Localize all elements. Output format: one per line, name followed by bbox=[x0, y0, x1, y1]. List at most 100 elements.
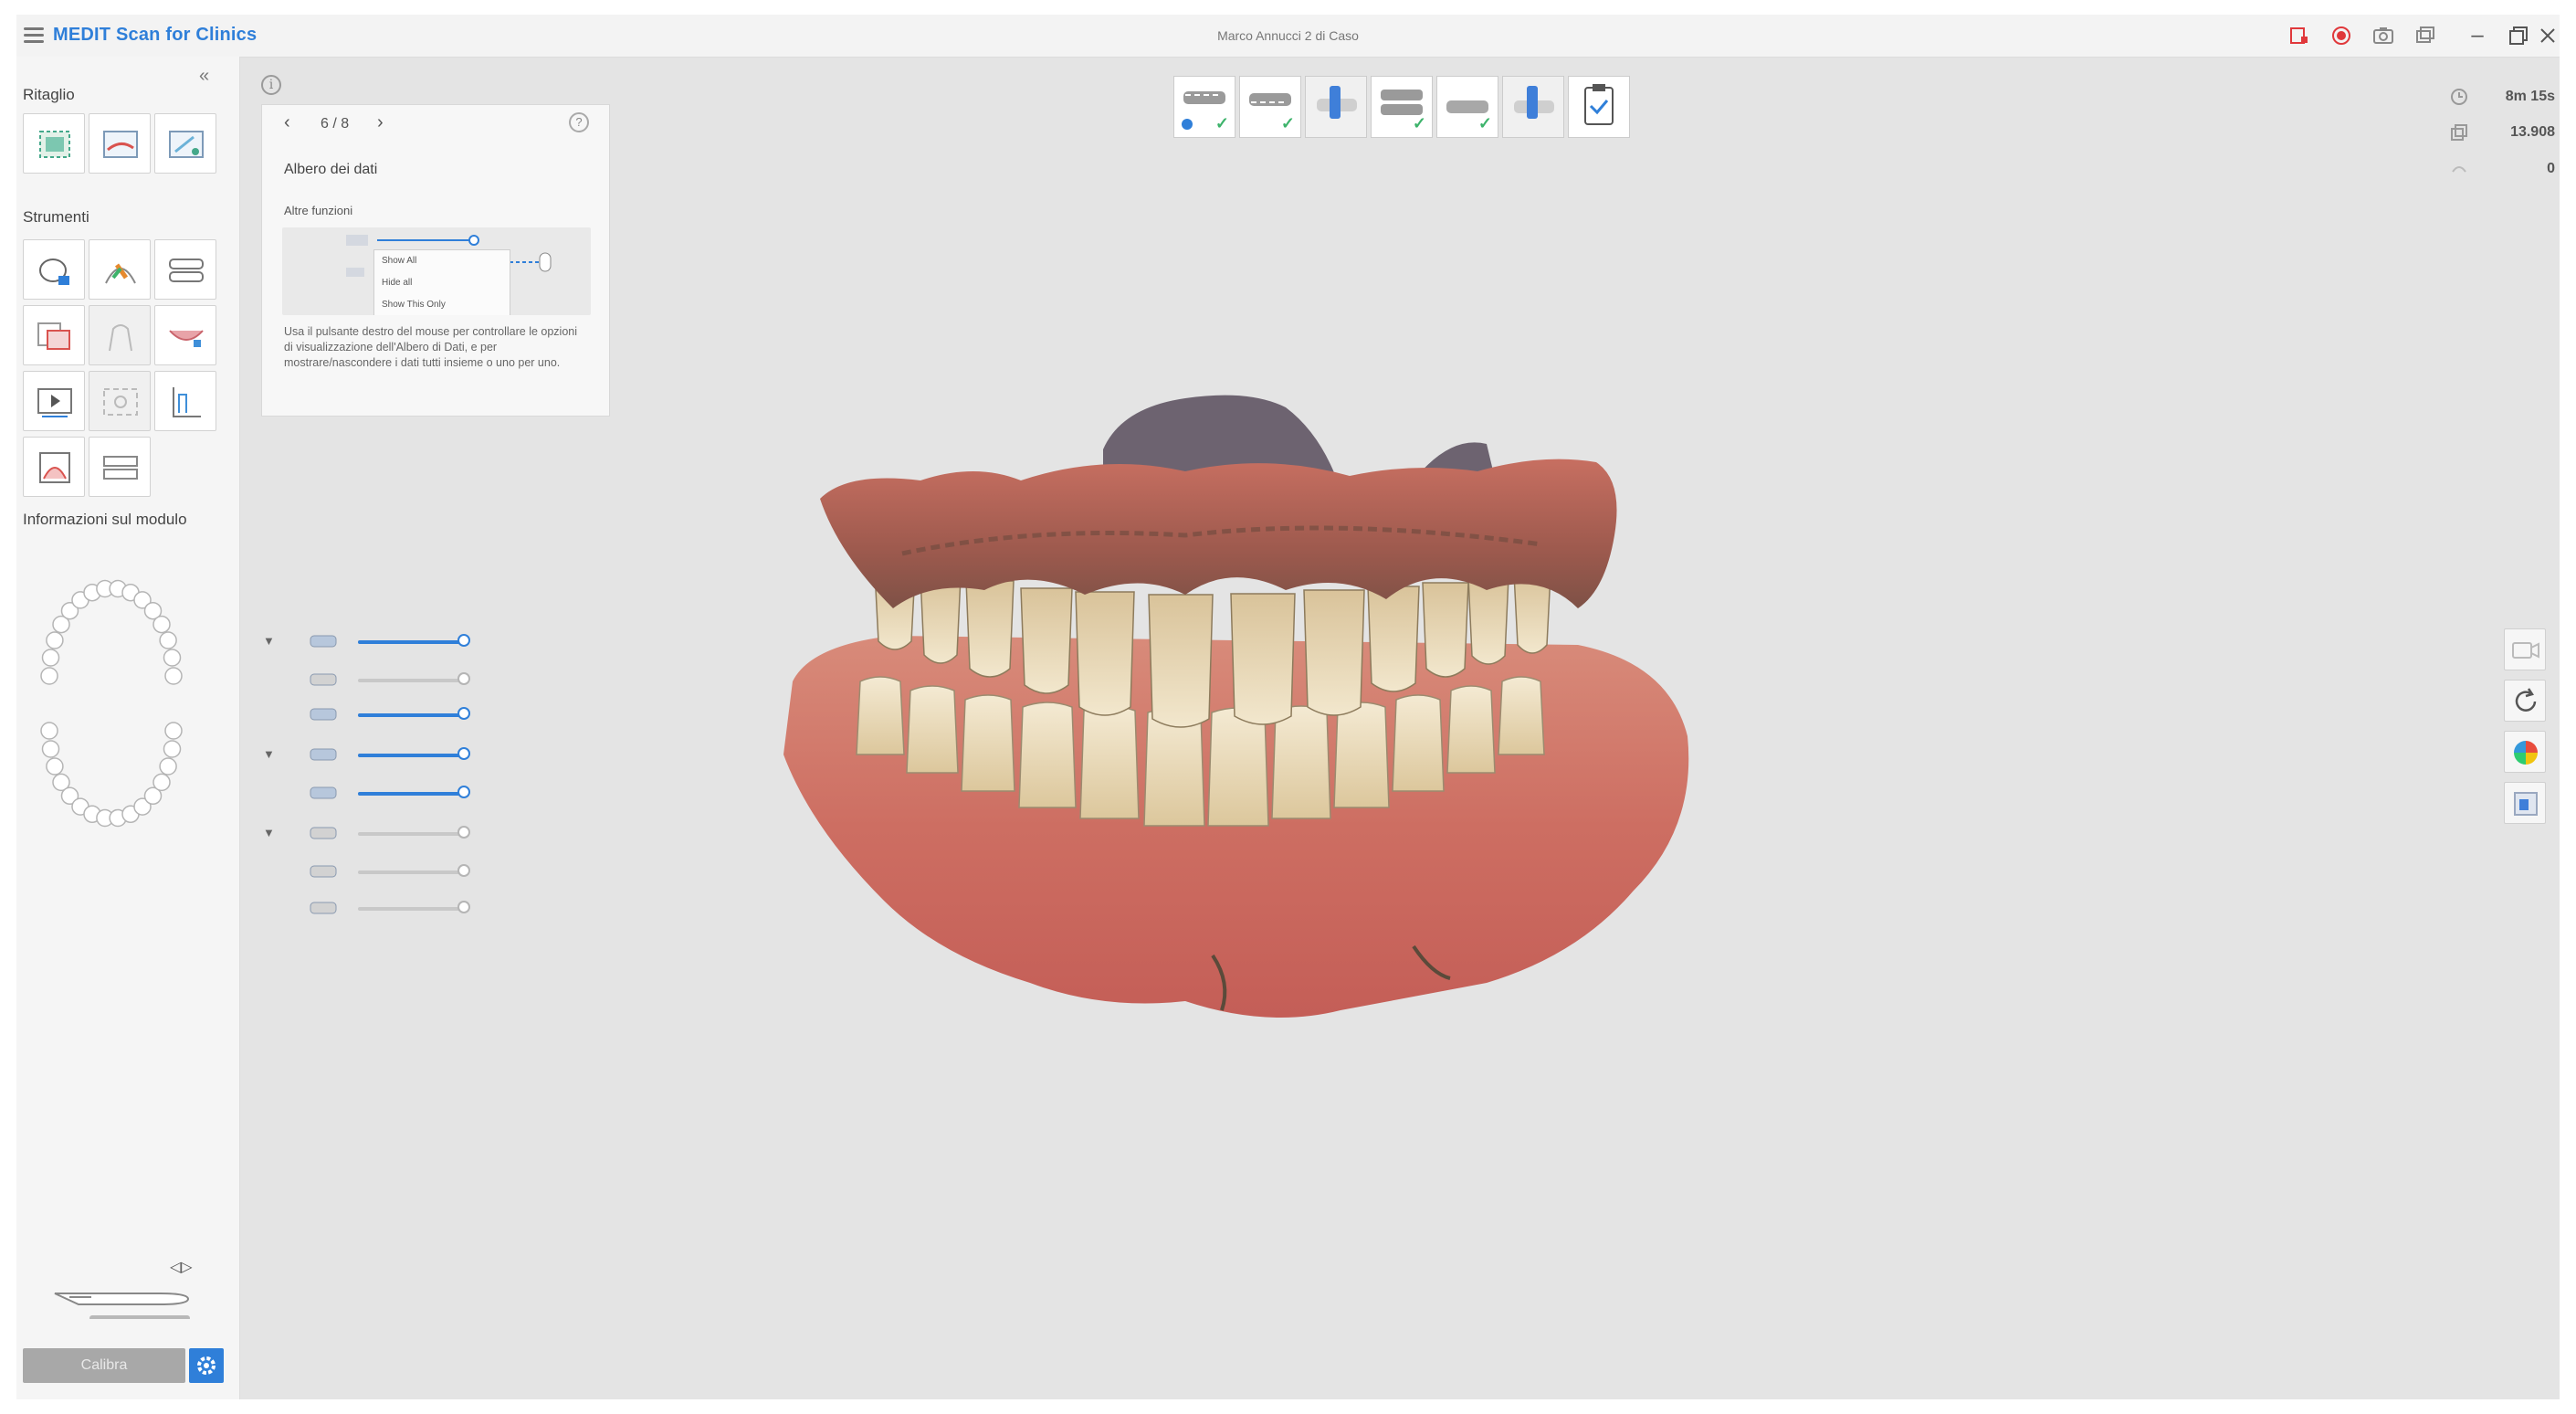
tooth-lower[interactable] bbox=[163, 740, 182, 758]
tooth-lower[interactable] bbox=[41, 740, 60, 758]
plane-cut-icon bbox=[103, 131, 138, 158]
expand-arrow-icon[interactable]: ▼ bbox=[263, 826, 275, 839]
video-tool-button[interactable] bbox=[2504, 628, 2546, 670]
close-icon[interactable] bbox=[2537, 25, 2559, 47]
upper-tooth bbox=[1020, 587, 1073, 694]
slider-knob[interactable] bbox=[457, 634, 470, 647]
margin-tool[interactable] bbox=[89, 437, 151, 497]
bite-icon bbox=[169, 330, 204, 347]
bite-tool[interactable] bbox=[154, 305, 216, 365]
slider-knob[interactable] bbox=[457, 786, 470, 798]
stage-lower-jaw-alt[interactable]: ✓ bbox=[1436, 76, 1498, 138]
play-video-tool[interactable] bbox=[23, 371, 85, 431]
lower-arch-icon bbox=[310, 786, 337, 799]
tooth-upper[interactable] bbox=[159, 631, 177, 649]
stage-upper-jaw[interactable]: ✓ bbox=[1173, 76, 1235, 138]
slider-knob[interactable] bbox=[457, 707, 470, 720]
upper-tooth bbox=[1075, 591, 1135, 716]
collapse-panel-icon[interactable]: « bbox=[199, 66, 209, 87]
slider-knob[interactable] bbox=[457, 826, 470, 839]
minimize-icon[interactable]: – bbox=[2462, 22, 2493, 49]
dental-3d-model[interactable] bbox=[756, 371, 1761, 1065]
check-icon: ✓ bbox=[1214, 114, 1229, 132]
opacity-slider[interactable] bbox=[358, 672, 470, 685]
stage-scan-body[interactable] bbox=[1305, 76, 1367, 138]
opacity-slider[interactable] bbox=[358, 826, 470, 839]
calibrate-settings-button[interactable] bbox=[189, 1348, 224, 1383]
color-map-button[interactable] bbox=[2504, 731, 2546, 773]
refresh-icon bbox=[2515, 688, 2537, 712]
tooth-lower[interactable] bbox=[46, 757, 64, 776]
upper-tooth bbox=[1367, 586, 1420, 692]
upper-tooth bbox=[1230, 593, 1296, 725]
tooth-chart[interactable] bbox=[29, 548, 194, 859]
help-next-icon[interactable]: › bbox=[377, 112, 384, 133]
tooth-upper[interactable] bbox=[163, 649, 182, 667]
tooth-upper[interactable] bbox=[164, 667, 183, 685]
occlusion-tool[interactable] bbox=[23, 437, 85, 497]
screenshot-tool[interactable] bbox=[89, 371, 151, 431]
opacity-slider[interactable] bbox=[358, 901, 470, 913]
opacity-slider[interactable] bbox=[358, 747, 470, 760]
tooth-lower[interactable] bbox=[164, 722, 183, 740]
tooth-upper[interactable] bbox=[40, 667, 58, 685]
slider-knob[interactable] bbox=[457, 672, 470, 685]
measure-tool[interactable] bbox=[154, 371, 216, 431]
abutment-tool[interactable] bbox=[89, 305, 151, 365]
stage-occlusion[interactable]: ✓ bbox=[1371, 76, 1433, 138]
restore-icon[interactable] bbox=[2508, 25, 2529, 47]
lasso-cut-tool[interactable] bbox=[154, 113, 216, 174]
tooth-lower[interactable] bbox=[40, 722, 58, 740]
slider-knob[interactable] bbox=[457, 864, 470, 877]
select-area-icon bbox=[39, 131, 70, 158]
paint-brush-tool[interactable] bbox=[89, 239, 151, 300]
compare-tool[interactable] bbox=[23, 305, 85, 365]
calibrate-button[interactable]: Calibra bbox=[23, 1348, 185, 1383]
windows-icon[interactable] bbox=[2414, 25, 2436, 47]
stage-review[interactable] bbox=[1568, 76, 1630, 138]
slider-knob[interactable] bbox=[457, 747, 470, 760]
lower-tooth bbox=[1207, 707, 1269, 827]
tooth-upper[interactable] bbox=[41, 649, 60, 667]
tooth-upper[interactable] bbox=[46, 631, 64, 649]
texture-button[interactable] bbox=[2504, 782, 2546, 824]
data-tree-row: ▼ bbox=[263, 820, 500, 848]
stage-lower-jaw[interactable]: ✓ bbox=[1239, 76, 1301, 138]
tooth-lower[interactable] bbox=[152, 773, 171, 792]
arch-edit-tool[interactable] bbox=[154, 239, 216, 300]
opacity-slider[interactable] bbox=[358, 786, 470, 798]
lower-tooth bbox=[1018, 702, 1077, 808]
camera-icon[interactable] bbox=[2372, 25, 2394, 47]
pre-op-lower-icon bbox=[310, 902, 337, 914]
stage-scan-body-alt[interactable] bbox=[1502, 76, 1564, 138]
check-icon: ✓ bbox=[1280, 114, 1295, 132]
data-tree-row bbox=[263, 667, 500, 694]
help-prev-icon[interactable]: ‹ bbox=[284, 112, 290, 133]
record-icon[interactable] bbox=[2330, 25, 2352, 47]
help-page-counter: 6 / 8 bbox=[321, 116, 350, 132]
data-tree-row bbox=[263, 780, 500, 807]
crop-record-icon[interactable] bbox=[2288, 25, 2310, 47]
tools-section-title: Strumenti bbox=[23, 208, 89, 226]
slider-knob[interactable] bbox=[457, 901, 470, 913]
menu-item-show-all: Show All bbox=[382, 256, 417, 266]
help-question-icon[interactable]: ? bbox=[569, 112, 589, 132]
opacity-slider[interactable] bbox=[358, 864, 470, 877]
reset-view-button[interactable] bbox=[2504, 680, 2546, 722]
tooth-lower[interactable] bbox=[159, 757, 177, 776]
tooth-upper[interactable] bbox=[152, 615, 171, 634]
opacity-slider[interactable] bbox=[358, 707, 470, 720]
lock-area-tool[interactable] bbox=[23, 239, 85, 300]
screenshot-icon bbox=[103, 388, 138, 416]
crop-section-title: Ritaglio bbox=[23, 86, 75, 103]
select-area-tool[interactable] bbox=[23, 113, 85, 174]
expand-arrow-icon[interactable]: ▼ bbox=[263, 747, 275, 761]
data-tree-row: ▼ bbox=[263, 628, 500, 656]
expand-arrow-icon[interactable]: ▼ bbox=[263, 634, 275, 648]
opacity-slider[interactable] bbox=[358, 634, 470, 647]
scan-body-icon bbox=[310, 673, 337, 686]
lasso-cut-icon bbox=[169, 131, 204, 158]
info-icon[interactable]: i bbox=[261, 75, 281, 95]
plane-cut-tool[interactable] bbox=[89, 113, 151, 174]
upper-tooth bbox=[1303, 589, 1365, 716]
